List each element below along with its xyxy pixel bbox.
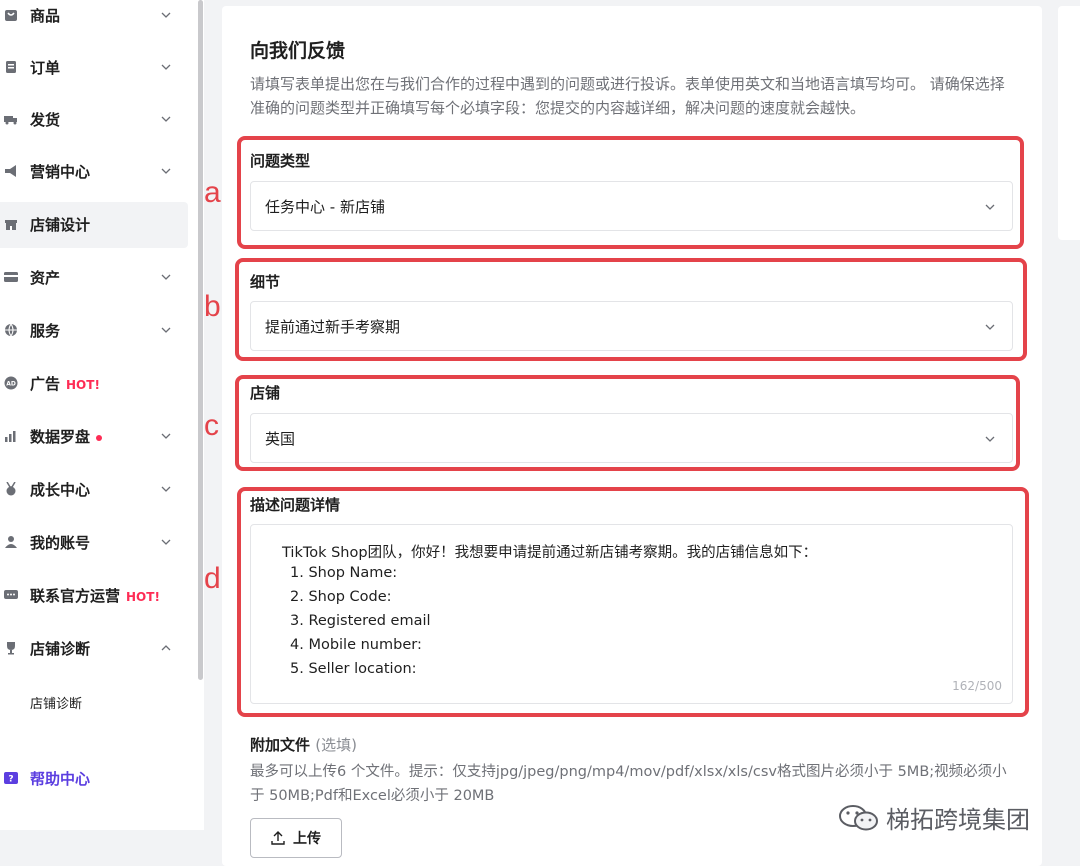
sidebar-item-help-center[interactable]: ? 帮助中心 [0,756,188,802]
truck-icon [4,116,17,125]
sidebar-item-assets[interactable]: 资产 [0,255,188,301]
upload-button[interactable]: 上传 [250,818,342,858]
chevron-down-icon[interactable] [160,324,172,336]
store-icon [5,220,17,230]
svg-text:?: ? [8,775,13,785]
sidebar-item-label: 发货 [30,111,61,129]
sidebar-item-data-compass[interactable]: 数据罗盘 [0,414,188,460]
page-title: 向我们反馈 [250,40,346,62]
sidebar-scrollbar[interactable] [198,0,203,680]
sidebar-item-my-account[interactable]: 我的账号 [0,520,188,566]
annotation-letter-b: b [204,290,221,323]
sidebar-item-label: 我的账号 [30,534,91,552]
attachment-label: 附加文件 (选填) [250,734,357,755]
highlight-box-a [237,136,1024,249]
globe-icon [5,323,17,337]
attachment-label-text: 附加文件 [250,736,311,754]
sidebar-item-label: 店铺设计 [30,216,91,234]
sidebar-item-ads[interactable]: AD 广告 HOT! [0,361,188,407]
right-panel [1058,6,1080,240]
highlight-box-d [237,487,1029,717]
user-icon [5,536,17,548]
chevron-down-icon[interactable] [160,271,172,283]
sidebar-item-marketing[interactable]: 营销中心 [0,149,188,195]
sidebar-item-label: 商品 [30,7,61,25]
chevron-down-icon[interactable] [160,9,172,21]
card-icon [4,272,18,282]
chevron-down-icon[interactable] [160,113,172,125]
sidebar-item-orders[interactable]: 订单 [0,45,188,91]
sidebar-item-products[interactable]: 商品 [0,0,188,39]
sidebar-item-store-diagnosis[interactable]: 店铺诊断 [0,626,188,672]
sidebar-item-label: 成长中心 [30,481,91,499]
hot-badge: HOT! [66,378,100,392]
medal-icon [6,482,16,496]
annotation-letter-d: d [204,562,221,595]
chevron-down-icon[interactable] [160,165,172,177]
svg-text:AD: AD [6,381,16,388]
wechat-icon [839,804,878,830]
highlight-box-b [235,258,1027,361]
page-description: 请填写表单提出您在与我们合作的过程中遇到的问题或进行投诉。表单使用英文和当地语言… [250,75,1005,117]
sidebar-item-label: 订单 [30,59,61,77]
watermark: 梯拓跨境集团 [838,800,1030,835]
watermark-text: 梯拓跨境集团 [886,806,1030,834]
annotation-letter-a: a [204,176,221,209]
hot-badge: HOT! [126,590,160,604]
sidebar-item-shipping[interactable]: 发货 [0,97,188,143]
sidebar-item-label: 资产 [30,269,61,287]
sidebar-subitem-store-diagnosis[interactable]: 店铺诊断 [30,693,82,712]
trophy-icon [7,642,15,655]
sidebar-item-growth-center[interactable]: 成长中心 [0,467,188,513]
sidebar-item-label: 数据罗盘 [30,428,91,446]
attachment-optional: (选填) [315,736,357,754]
help-icon: ? [4,772,18,785]
bag-icon [5,10,17,21]
megaphone-icon [5,165,16,177]
ad-icon: AD [4,376,18,390]
sidebar-item-label: 帮助中心 [30,770,91,788]
sidebar-item-store-design[interactable]: 店铺设计 [0,202,188,248]
notification-dot [96,434,103,441]
sidebar-item-label: 联系官方运营 [30,587,121,605]
chevron-down-icon[interactable] [160,61,172,73]
sidebar-item-label: 店铺诊断 [30,640,91,658]
chevron-down-icon[interactable] [160,483,172,495]
upload-label: 上传 [293,831,321,847]
chevron-up-icon[interactable] [160,642,172,654]
chevron-down-icon[interactable] [160,430,172,442]
sidebar-item-services[interactable]: 服务 [0,308,188,354]
sidebar-item-contact-operations[interactable]: 联系官方运营 HOT! [0,573,188,619]
sidebar-item-label: 营销中心 [30,163,91,181]
chart-icon [5,431,16,442]
annotation-letter-c: c [204,409,219,442]
chevron-down-icon[interactable] [160,536,172,548]
chat-icon [4,590,18,599]
sidebar-item-label: 服务 [30,322,61,340]
upload-icon [271,831,285,845]
sidebar-item-label: 广告 [30,375,61,393]
highlight-box-c [235,375,1020,471]
order-icon [6,61,16,73]
